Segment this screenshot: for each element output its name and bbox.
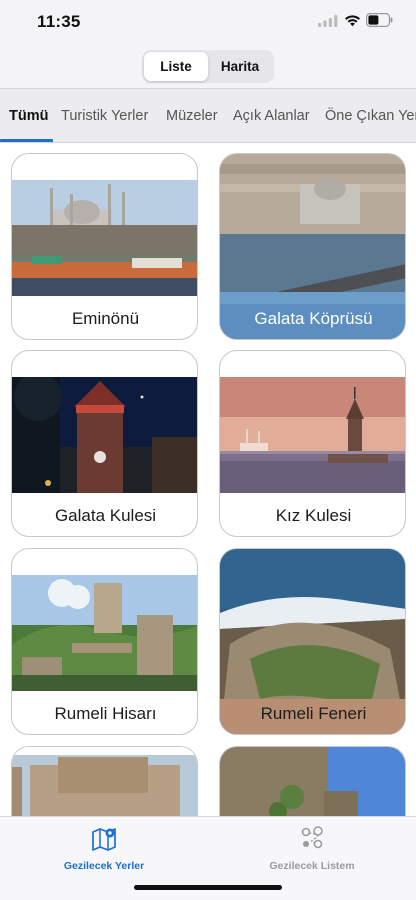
place-card-maidens-tower[interactable]: Kız Kulesi	[219, 350, 406, 537]
segment-list-button[interactable]: Liste	[144, 52, 208, 81]
place-photo	[220, 377, 405, 493]
route-list-icon	[301, 826, 323, 849]
battery-icon	[366, 13, 393, 27]
tab-open-areas[interactable]: Açık Alanlar	[233, 108, 310, 124]
home-indicator	[134, 885, 282, 890]
place-card-rumeli-lighthouse[interactable]: Rumeli Feneri	[219, 548, 406, 735]
place-name: Eminönü	[71, 308, 140, 328]
place-card-galata-tower[interactable]: Galata Kulesi	[11, 350, 198, 537]
status-time: 11:35	[37, 12, 81, 31]
map-icon	[92, 828, 116, 851]
nav-places-to-visit-label: Gezilecek Yerler	[63, 860, 145, 872]
cellular-signal-icon	[318, 15, 338, 27]
nav-my-list[interactable]: Gezilecek Listem	[242, 825, 382, 875]
nav-places-to-visit[interactable]: Gezilecek Yerler	[34, 825, 174, 875]
tab-all[interactable]: Tümü	[9, 108, 48, 124]
app-screen: 11:35 Liste Harita Tümü Turistik Yerler …	[0, 0, 416, 900]
category-tab-bar: Tümü Turistik Yerler Müzeler Açık Alanla…	[0, 88, 416, 143]
segment-map-button[interactable]: Harita	[208, 52, 272, 81]
place-card-partial-2[interactable]	[219, 746, 406, 816]
place-name: Galata Kulesi	[54, 505, 157, 525]
wifi-icon	[345, 15, 360, 27]
tab-featured-places[interactable]: Öne Çıkan Yerler	[325, 108, 416, 124]
place-photo	[12, 377, 197, 493]
places-grid: Eminönü Galata Köprüsü Galata Kulesi Kız…	[0, 143, 416, 816]
tab-museums[interactable]: Müzeler	[166, 108, 218, 124]
place-card-rumeli-fortress[interactable]: Rumeli Hisarı	[11, 548, 198, 735]
place-name: Galata Köprüsü	[254, 308, 373, 328]
place-card-eminonu[interactable]: Eminönü	[11, 153, 198, 340]
place-card-partial-1[interactable]	[11, 746, 198, 816]
place-photo	[12, 747, 197, 816]
place-name: Kız Kulesi	[275, 505, 352, 525]
status-bar: 11:35	[0, 0, 416, 44]
place-photo	[220, 747, 405, 816]
nav-my-list-label: Gezilecek Listem	[269, 860, 355, 872]
place-name: Rumeli Hisarı	[54, 703, 157, 723]
place-photo	[12, 180, 197, 296]
place-card-galata-bridge[interactable]: Galata Köprüsü	[219, 153, 406, 340]
view-mode-segmented-control: Liste Harita	[142, 50, 274, 83]
tab-tourist-places[interactable]: Turistik Yerler	[61, 108, 148, 124]
place-photo	[12, 575, 197, 691]
place-name: Rumeli Feneri	[260, 703, 367, 723]
